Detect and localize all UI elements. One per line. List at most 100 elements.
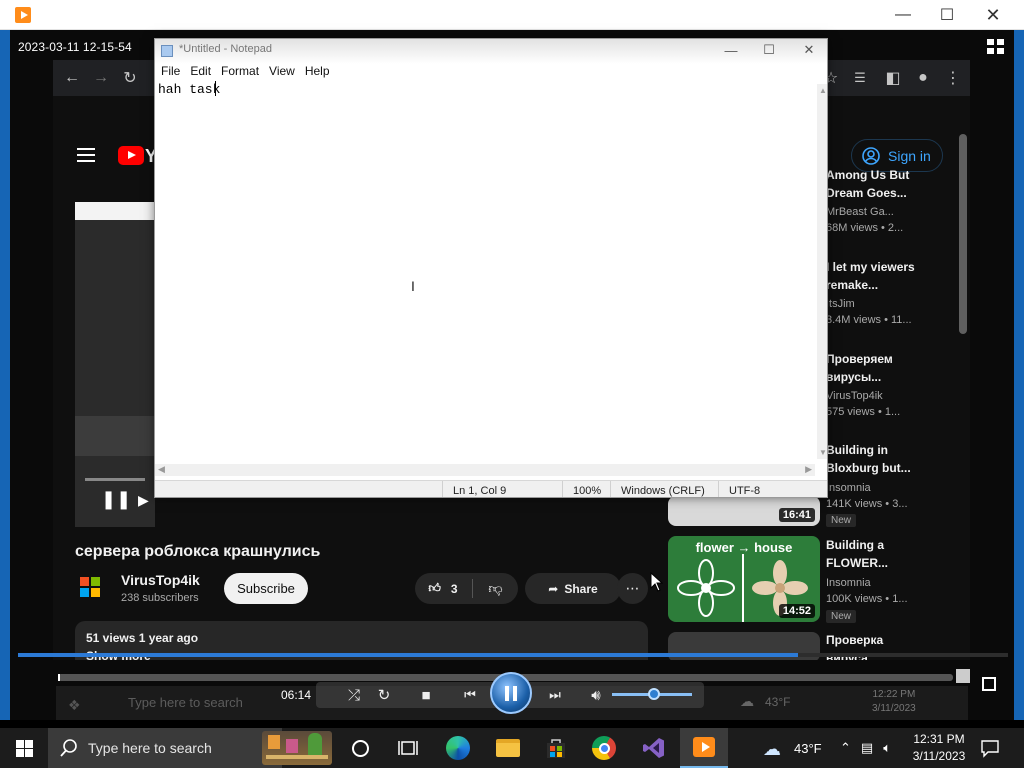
thumbs-down-icon: 👎︎: [488, 580, 503, 596]
recorded-start-icon: ❖: [68, 697, 81, 713]
previous-icon[interactable]: ⏮: [452, 684, 488, 706]
more-actions-button[interactable]: ⋯: [617, 573, 648, 604]
rec-title-1[interactable]: Among Us But Dream Goes...: [826, 166, 921, 202]
start-button[interactable]: [0, 728, 48, 768]
video-progress-bar[interactable]: [85, 478, 145, 481]
notepad-horizontal-scrollbar[interactable]: ◀ ▶: [155, 464, 815, 476]
like-dislike-group: 👍︎ 3 👎︎: [415, 573, 518, 604]
duration-badge: 16:41: [778, 508, 815, 522]
notepad-titlebar[interactable]: *Untitled - Notepad — ☐ ✕: [155, 39, 827, 64]
pause-button[interactable]: [490, 672, 532, 714]
notepad-close-button[interactable]: ✕: [789, 39, 827, 61]
reload-icon[interactable]: ↻: [120, 68, 140, 88]
task-view-icon[interactable]: [384, 728, 432, 768]
rec-title-3[interactable]: Проверяем вирусы...: [826, 350, 921, 386]
mouse-pointer-icon: [650, 572, 663, 592]
close-button[interactable]: ✕: [970, 0, 1016, 30]
like-count: 3: [450, 581, 458, 596]
maximize-button[interactable]: ☐: [924, 0, 970, 30]
recording-timestamp: 2023-03-11 12-15-54: [18, 40, 132, 54]
layout-grid-icon[interactable]: [987, 39, 1005, 55]
notepad-text-area[interactable]: hah task: [158, 82, 220, 97]
rec-views-5: 100K views • 1...: [826, 593, 908, 605]
cortana-icon[interactable]: [336, 728, 384, 768]
taskbar-clock[interactable]: 12:31 PM 3/11/2023: [908, 731, 970, 765]
recorded-seek-position: [58, 674, 60, 681]
stop-icon[interactable]: ■: [412, 684, 440, 706]
scroll-down-arrow-icon[interactable]: ▼: [819, 448, 827, 457]
network-icon[interactable]: ▤: [861, 740, 873, 756]
video-frame-panel: [75, 416, 155, 456]
media-queue-icon[interactable]: ☰: [850, 68, 870, 88]
recorded-clock: 12:22 PM 3/11/2023: [872, 688, 916, 716]
dislike-button[interactable]: 👎︎: [473, 573, 518, 604]
repeat-icon[interactable]: ↻: [370, 684, 398, 706]
pause-icon[interactable]: ❚❚: [101, 489, 131, 510]
notepad-minimize-button[interactable]: —: [711, 39, 751, 61]
channel-avatar[interactable]: [75, 572, 105, 602]
rec-title-4[interactable]: Building in Bloxburg but...: [826, 441, 921, 477]
widgets-icon[interactable]: [258, 728, 336, 768]
minimize-button[interactable]: —: [880, 0, 926, 30]
volume-icon[interactable]: 🔊︎: [582, 684, 610, 706]
scroll-right-arrow-icon[interactable]: ▶: [805, 464, 812, 475]
rec-thumbnail-4[interactable]: 16:41: [668, 496, 820, 526]
hamburger-menu-icon[interactable]: [77, 148, 95, 162]
forward-arrow-icon[interactable]: →: [91, 68, 111, 88]
menu-help[interactable]: Help: [305, 64, 330, 81]
menu-file[interactable]: File: [161, 64, 180, 81]
rec-title-2[interactable]: I let my viewers remake...: [826, 258, 921, 294]
scroll-left-arrow-icon[interactable]: ◀: [158, 464, 165, 475]
sign-in-label: Sign in: [888, 147, 931, 164]
menu-view[interactable]: View: [269, 64, 295, 81]
weather-cloud-icon[interactable]: ☁: [763, 739, 781, 760]
volume-slider-thumb[interactable]: [648, 688, 660, 700]
back-arrow-icon[interactable]: ←: [62, 68, 82, 88]
video-player[interactable]: ❚❚ ▶: [75, 202, 155, 527]
media-player-taskbar-icon[interactable]: [680, 728, 728, 768]
file-explorer-icon[interactable]: [484, 728, 532, 768]
page-scrollbar[interactable]: [959, 134, 967, 334]
menu-format[interactable]: Format: [221, 64, 259, 81]
profile-icon[interactable]: ●: [913, 68, 933, 88]
share-button[interactable]: ➦ Share: [525, 573, 621, 604]
rec-thumbnail-5[interactable]: flower → house 14:52: [668, 536, 820, 622]
subscribe-button[interactable]: Subscribe: [224, 573, 308, 604]
rec-title-5[interactable]: Building a FLOWER...: [826, 536, 921, 572]
youtube-logo-icon[interactable]: [118, 146, 144, 165]
scroll-up-arrow-icon[interactable]: ▲: [819, 86, 827, 95]
chevron-up-icon[interactable]: ⌃: [840, 740, 851, 756]
fullscreen-icon[interactable]: [982, 677, 996, 691]
menu-edit[interactable]: Edit: [190, 64, 211, 81]
search-placeholder: Type here to search: [88, 740, 212, 756]
ibeam-cursor-icon: I: [411, 278, 415, 294]
like-button[interactable]: 👍︎ 3: [415, 573, 471, 604]
notepad-statusbar: Ln 1, Col 9 100% Windows (CRLF) UTF-8: [155, 480, 827, 497]
rec-channel-2: ItsJim: [826, 298, 855, 310]
current-time: 06:14: [281, 688, 312, 702]
weather-temperature[interactable]: 43°F: [794, 741, 822, 756]
screen: — ☐ ✕ 2023-03-11 12-15-54 ← → ↻ ☆ ☰ ◧ ● …: [0, 0, 1024, 768]
channel-name[interactable]: VirusTop4ik: [121, 572, 200, 588]
chrome-menu-icon[interactable]: ⋮: [943, 68, 963, 88]
visual-studio-icon[interactable]: [630, 728, 678, 768]
notepad-maximize-button[interactable]: ☐: [749, 39, 789, 61]
next-video-icon[interactable]: ▶: [138, 492, 149, 509]
speaker-icon[interactable]: 🔈︎: [883, 740, 891, 756]
notification-icon[interactable]: [980, 738, 1000, 758]
line-ending: Windows (CRLF): [610, 481, 718, 497]
taskbar-search-box[interactable]: Type here to search: [48, 728, 282, 768]
thumbnail-divider: [742, 554, 744, 622]
microsoft-store-icon[interactable]: [532, 728, 580, 768]
next-icon[interactable]: ⏭: [538, 684, 572, 706]
search-icon: [60, 739, 77, 757]
clock-date: 3/11/2023: [912, 749, 966, 763]
cursor-position: Ln 1, Col 9: [442, 481, 562, 497]
notepad-vertical-scrollbar[interactable]: ▲ ▼: [817, 84, 827, 459]
side-panel-icon[interactable]: ◧: [883, 68, 903, 88]
chrome-icon[interactable]: [580, 728, 628, 768]
edge-icon[interactable]: [434, 728, 482, 768]
media-player-titlebar[interactable]: — ☐ ✕: [0, 0, 1024, 30]
shuffle-icon[interactable]: ⤮: [340, 684, 368, 706]
new-badge: New: [826, 514, 857, 527]
